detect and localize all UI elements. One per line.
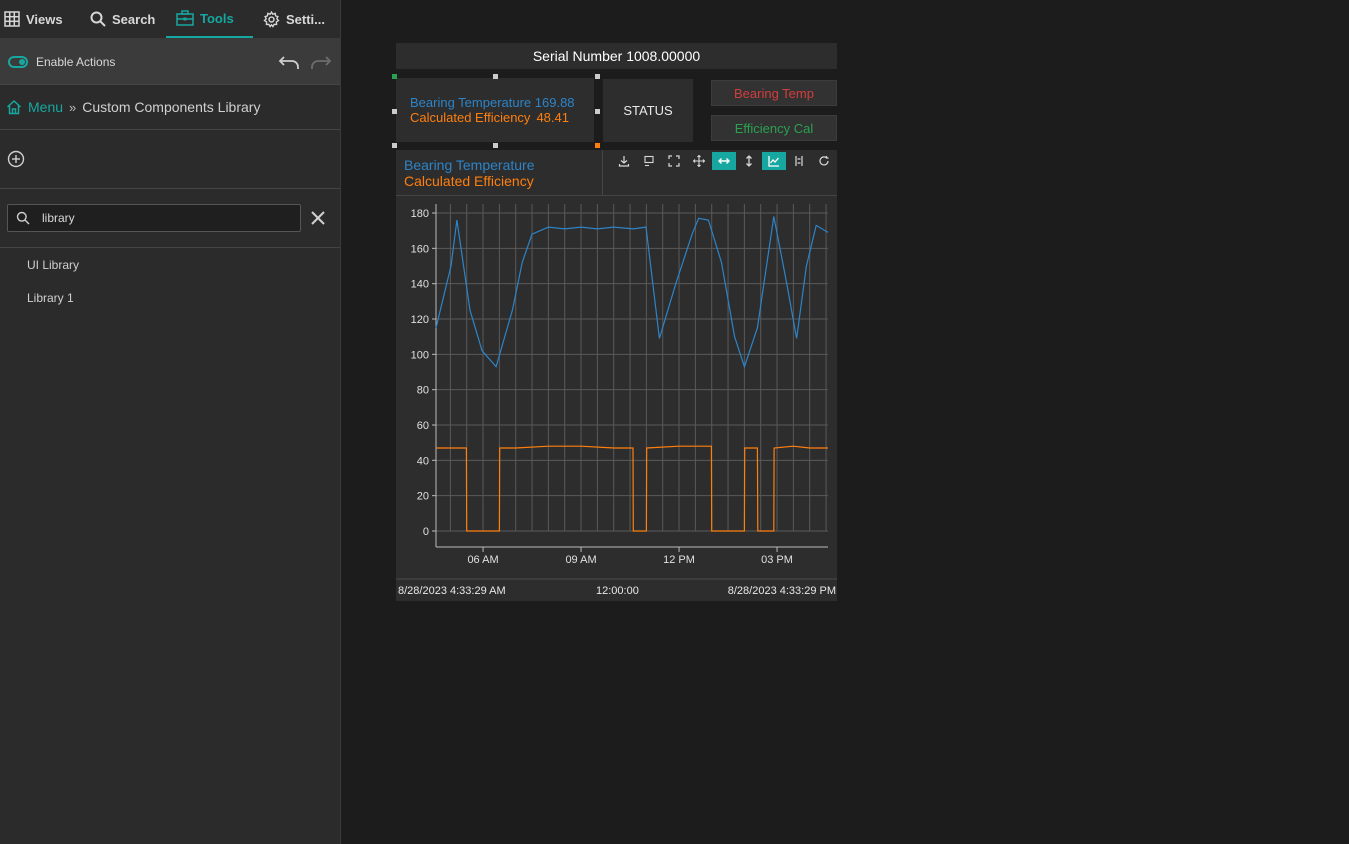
horizontal-zoom-icon[interactable] (712, 152, 736, 170)
resize-handle[interactable] (595, 74, 600, 79)
efficiency-number: 48.41 (536, 110, 569, 125)
actions-bar: Enable Actions (0, 39, 340, 85)
y-tick-label: 80 (417, 385, 429, 397)
legend-item[interactable]: Calculated Efficiency (404, 173, 534, 189)
library-item[interactable]: UI Library (0, 248, 340, 281)
x-tick-label: 09 AM (565, 554, 596, 566)
fullscreen-icon[interactable] (662, 152, 686, 170)
search-icon (90, 11, 106, 27)
top-tabs: Views Search Tools Setti... (0, 0, 340, 39)
enable-actions-toggle[interactable] (8, 55, 28, 68)
x-tick-label: 03 PM (761, 554, 793, 566)
tab-views-label: Views (26, 11, 63, 27)
y-tick-label: 120 (411, 314, 429, 326)
add-row (0, 130, 340, 189)
line-chart-icon[interactable] (762, 152, 786, 170)
x-tick-label: 06 AM (467, 554, 498, 566)
tab-search-label: Search (112, 11, 156, 27)
home-icon[interactable] (6, 99, 22, 115)
tab-tools-label: Tools (200, 10, 234, 26)
y-tick-label: 0 (423, 526, 429, 538)
efficiency-cal-button[interactable]: Efficiency Cal (711, 115, 837, 141)
resize-handle[interactable] (392, 143, 397, 148)
redo-icon[interactable] (310, 51, 332, 73)
status-box: STATUS (603, 79, 693, 142)
zoom-select-icon[interactable] (637, 152, 661, 170)
y-tick-label: 180 (411, 208, 429, 220)
y-tick-label: 40 (417, 455, 429, 467)
grid-icon (4, 11, 20, 27)
tab-views[interactable]: Views (0, 0, 80, 38)
serial-number-header: Serial Number 1008.00000 (396, 43, 837, 69)
series-line (435, 216, 829, 369)
chevron-double-right-icon: » (69, 99, 77, 115)
add-circle-icon[interactable] (7, 150, 25, 168)
y-tick-label: 60 (417, 420, 429, 432)
time-range-span: 12:00:00 (596, 585, 639, 597)
resize-handle[interactable] (493, 74, 498, 79)
value-display-box[interactable]: Bearing Temperature 169.88 Calculated Ef… (396, 78, 594, 142)
tab-settings[interactable]: Setti... (253, 0, 340, 38)
tab-tools[interactable]: Tools (166, 0, 253, 38)
chart-toolbar (612, 152, 836, 170)
gear-icon (263, 10, 280, 28)
library-item[interactable]: Library 1 (0, 281, 340, 314)
enable-actions-label: Enable Actions (36, 54, 116, 69)
breadcrumb-current: Custom Components Library (82, 99, 261, 115)
resize-handle[interactable] (595, 143, 600, 148)
resize-handle[interactable] (493, 143, 498, 148)
search-icon (16, 211, 30, 225)
time-range-end: 8/28/2023 4:33:29 PM (727, 585, 836, 597)
library-search-box (7, 204, 301, 232)
time-range-start: 8/28/2023 4:33:29 AM (398, 585, 506, 597)
bearing-temperature-value: Bearing Temperature 169.88 (410, 95, 575, 110)
chart-legend: Bearing Temperature Calculated Efficienc… (404, 157, 534, 189)
vertical-zoom-icon[interactable] (737, 152, 761, 170)
resize-handle[interactable] (392, 109, 397, 114)
tab-settings-label: Setti... (286, 11, 326, 27)
efficiency-label: Calculated Efficiency (410, 110, 531, 125)
series-line (436, 445, 828, 532)
download-icon[interactable] (612, 152, 636, 170)
line-chart[interactable]: 0 20 40 60 80 100 120 140 160 180 06 AM 09 AM 12 PM 0… (396, 196, 837, 576)
pan-icon[interactable] (687, 152, 711, 170)
y-tick-label: 100 (411, 349, 429, 361)
y-tick-label: 20 (417, 491, 429, 503)
breadcrumb: Menu » Custom Components Library (0, 85, 340, 130)
y-tick-label: 160 (411, 243, 429, 255)
chart-time-footer: 8/28/2023 4:33:29 AM 12:00:00 8/28/2023 … (396, 578, 837, 603)
refresh-icon[interactable] (812, 152, 836, 170)
legend-item[interactable]: Bearing Temperature (404, 157, 534, 173)
resize-handle[interactable] (392, 74, 397, 79)
y-tick-label: 140 (411, 279, 429, 291)
bearing-temp-button[interactable]: Bearing Temp (711, 80, 837, 106)
compare-icon[interactable] (787, 152, 811, 170)
undo-icon[interactable] (278, 51, 300, 73)
calculated-efficiency-value: Calculated Efficiency 48.41 (410, 110, 569, 125)
tab-search[interactable]: Search (80, 0, 166, 38)
breadcrumb-menu-link[interactable]: Menu (28, 99, 63, 115)
library-search-row (0, 189, 340, 248)
library-search-input[interactable] (40, 210, 284, 226)
toolbox-icon (176, 10, 194, 26)
sidebar: Views Search Tools Setti... Enable Actio… (0, 0, 341, 844)
divider (602, 150, 603, 195)
x-tick-label: 12 PM (663, 554, 695, 566)
close-icon[interactable] (309, 209, 327, 227)
resize-handle[interactable] (595, 109, 600, 114)
